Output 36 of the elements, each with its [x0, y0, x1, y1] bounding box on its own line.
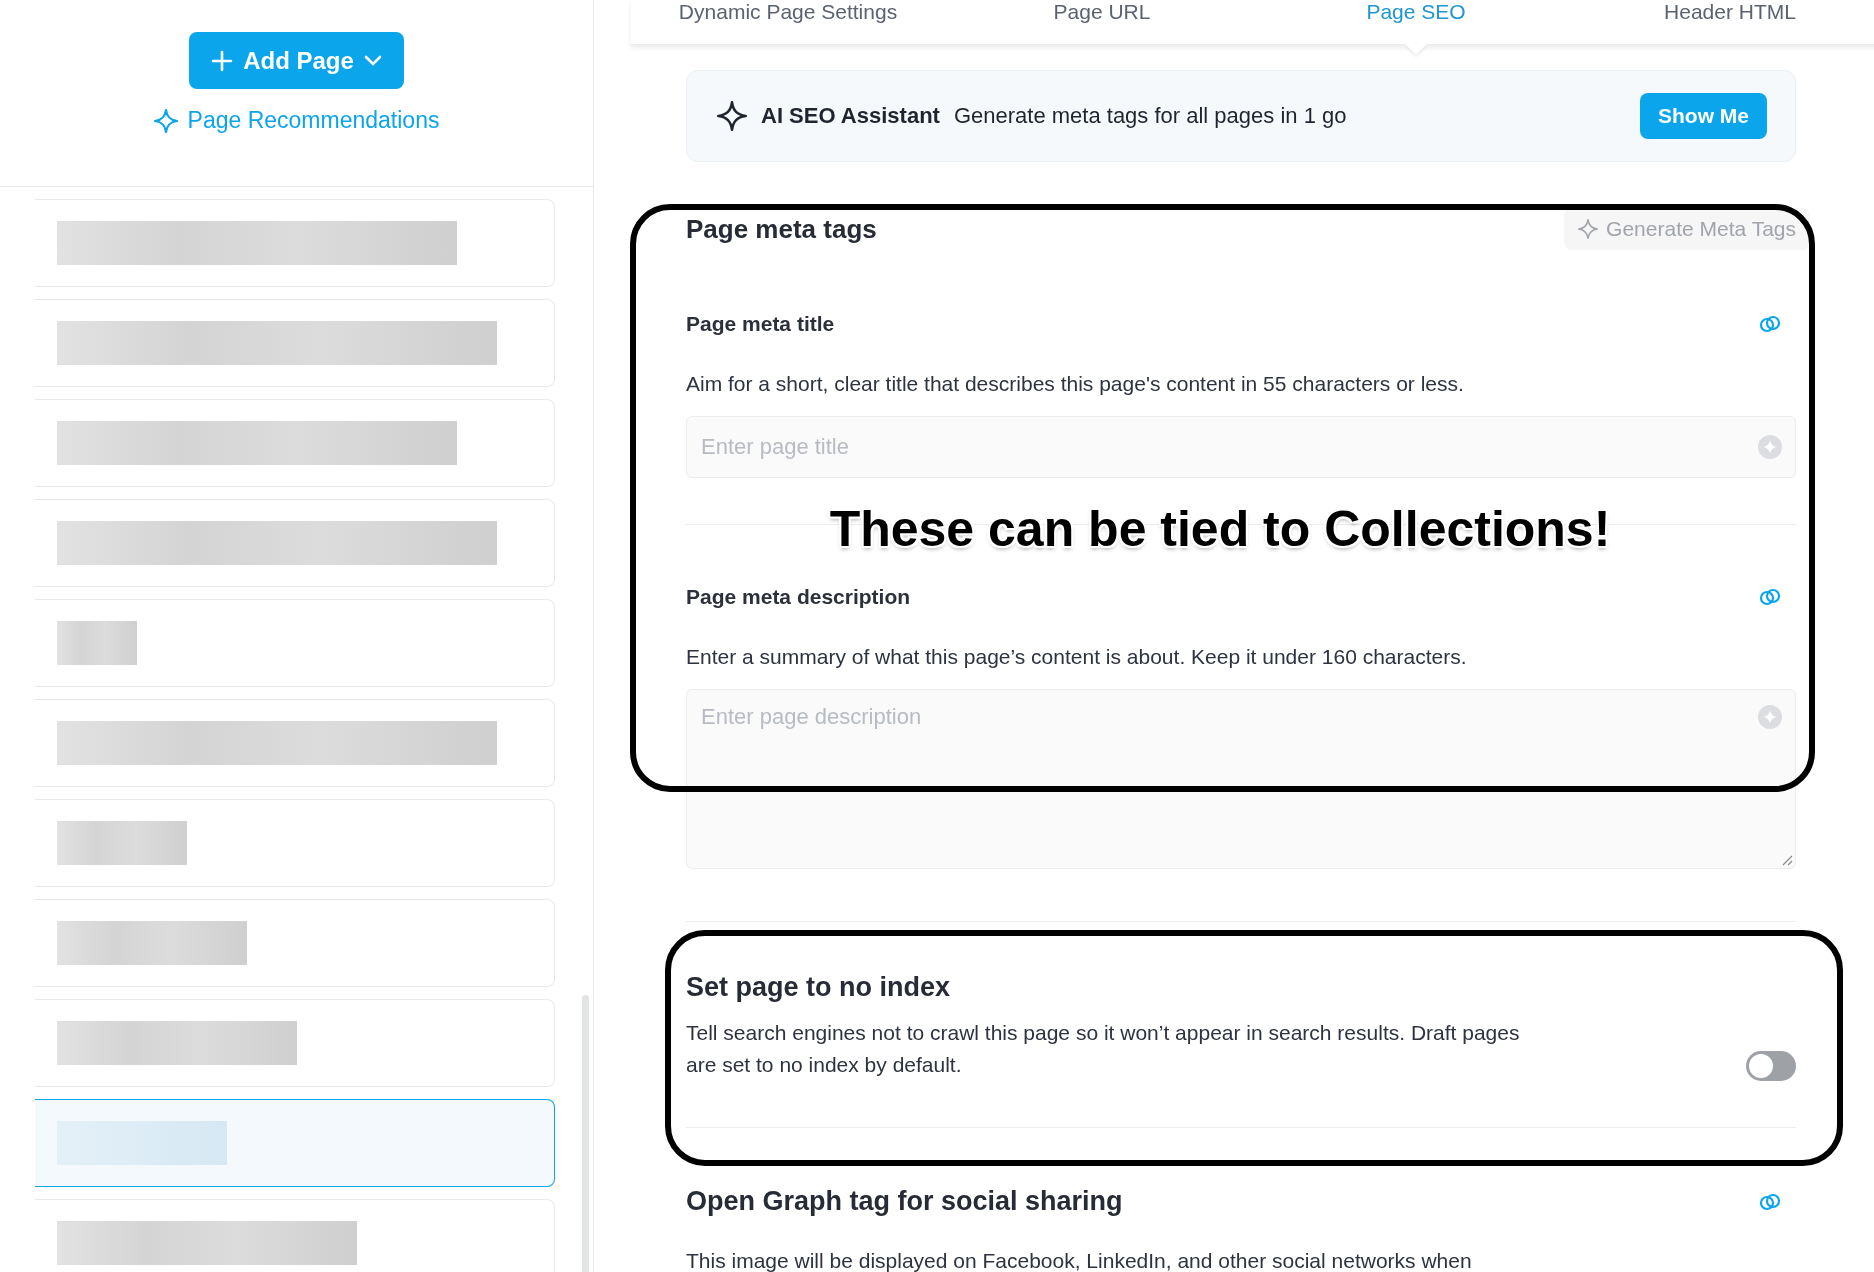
sparkle-icon	[153, 108, 178, 133]
tab[interactable]: Page URL	[1053, 0, 1151, 24]
section-description: This image will be displayed on Facebook, LinkedIn, and other social networks when	[686, 1249, 1473, 1272]
tab[interactable]: Header HTML	[1664, 0, 1796, 24]
link-icon[interactable]	[1758, 1191, 1782, 1212]
tab[interactable]: Page SEO	[1366, 0, 1466, 24]
section-heading: Open Graph tag for social sharing	[686, 1186, 1123, 1217]
section-description: Tell search engines not to crawl this page so it won’t appear in search results. Draft pages are set to no index by default.	[686, 1020, 1521, 1078]
field-hint: Aim for a short, clear title that describes this page's content in 55 characters or less.	[686, 372, 1465, 396]
link-icon[interactable]	[1758, 314, 1782, 334]
section-heading: Page meta tags	[686, 213, 877, 245]
add-page-button[interactable]: Add Page	[189, 32, 404, 89]
sparkle-icon	[1578, 219, 1599, 239]
plus-icon	[211, 49, 234, 72]
tab[interactable]: Dynamic Page Settings	[678, 0, 898, 24]
page-description-field[interactable]: Enter page description	[686, 689, 1796, 869]
banner-text: Generate meta tags for all pages in 1 go	[953, 103, 1348, 129]
sparkle-icon[interactable]	[1758, 705, 1782, 729]
page-recommendations-link[interactable]: Page Recommendations	[153, 107, 440, 134]
generate-meta-tags-button[interactable]: Generate Meta Tags	[1564, 208, 1810, 250]
field-label: Page meta title	[686, 312, 835, 336]
banner-title: AI SEO Assistant	[761, 103, 940, 129]
field-label: Page meta description	[686, 585, 911, 609]
field-hint: Enter a summary of what this page’s content is about. Keep it under 160 characters.	[686, 645, 1468, 669]
caret-icon	[363, 54, 382, 67]
resize-handle-icon[interactable]	[1781, 854, 1793, 866]
page-title-field[interactable]: Enter page title	[686, 416, 1796, 478]
page-list-item[interactable]	[35, 1099, 555, 1187]
annotation-text: These can be tied to Collections!	[828, 500, 1612, 558]
sparkle-icon	[717, 101, 747, 131]
scrollbar[interactable]	[582, 995, 589, 1272]
link-icon[interactable]	[1758, 587, 1782, 607]
section-heading: Set page to no index	[686, 972, 952, 1003]
toggle-switch[interactable]	[1746, 1051, 1796, 1081]
sparkle-icon[interactable]	[1758, 435, 1782, 459]
show-me-button[interactable]: Show Me	[1640, 93, 1767, 139]
